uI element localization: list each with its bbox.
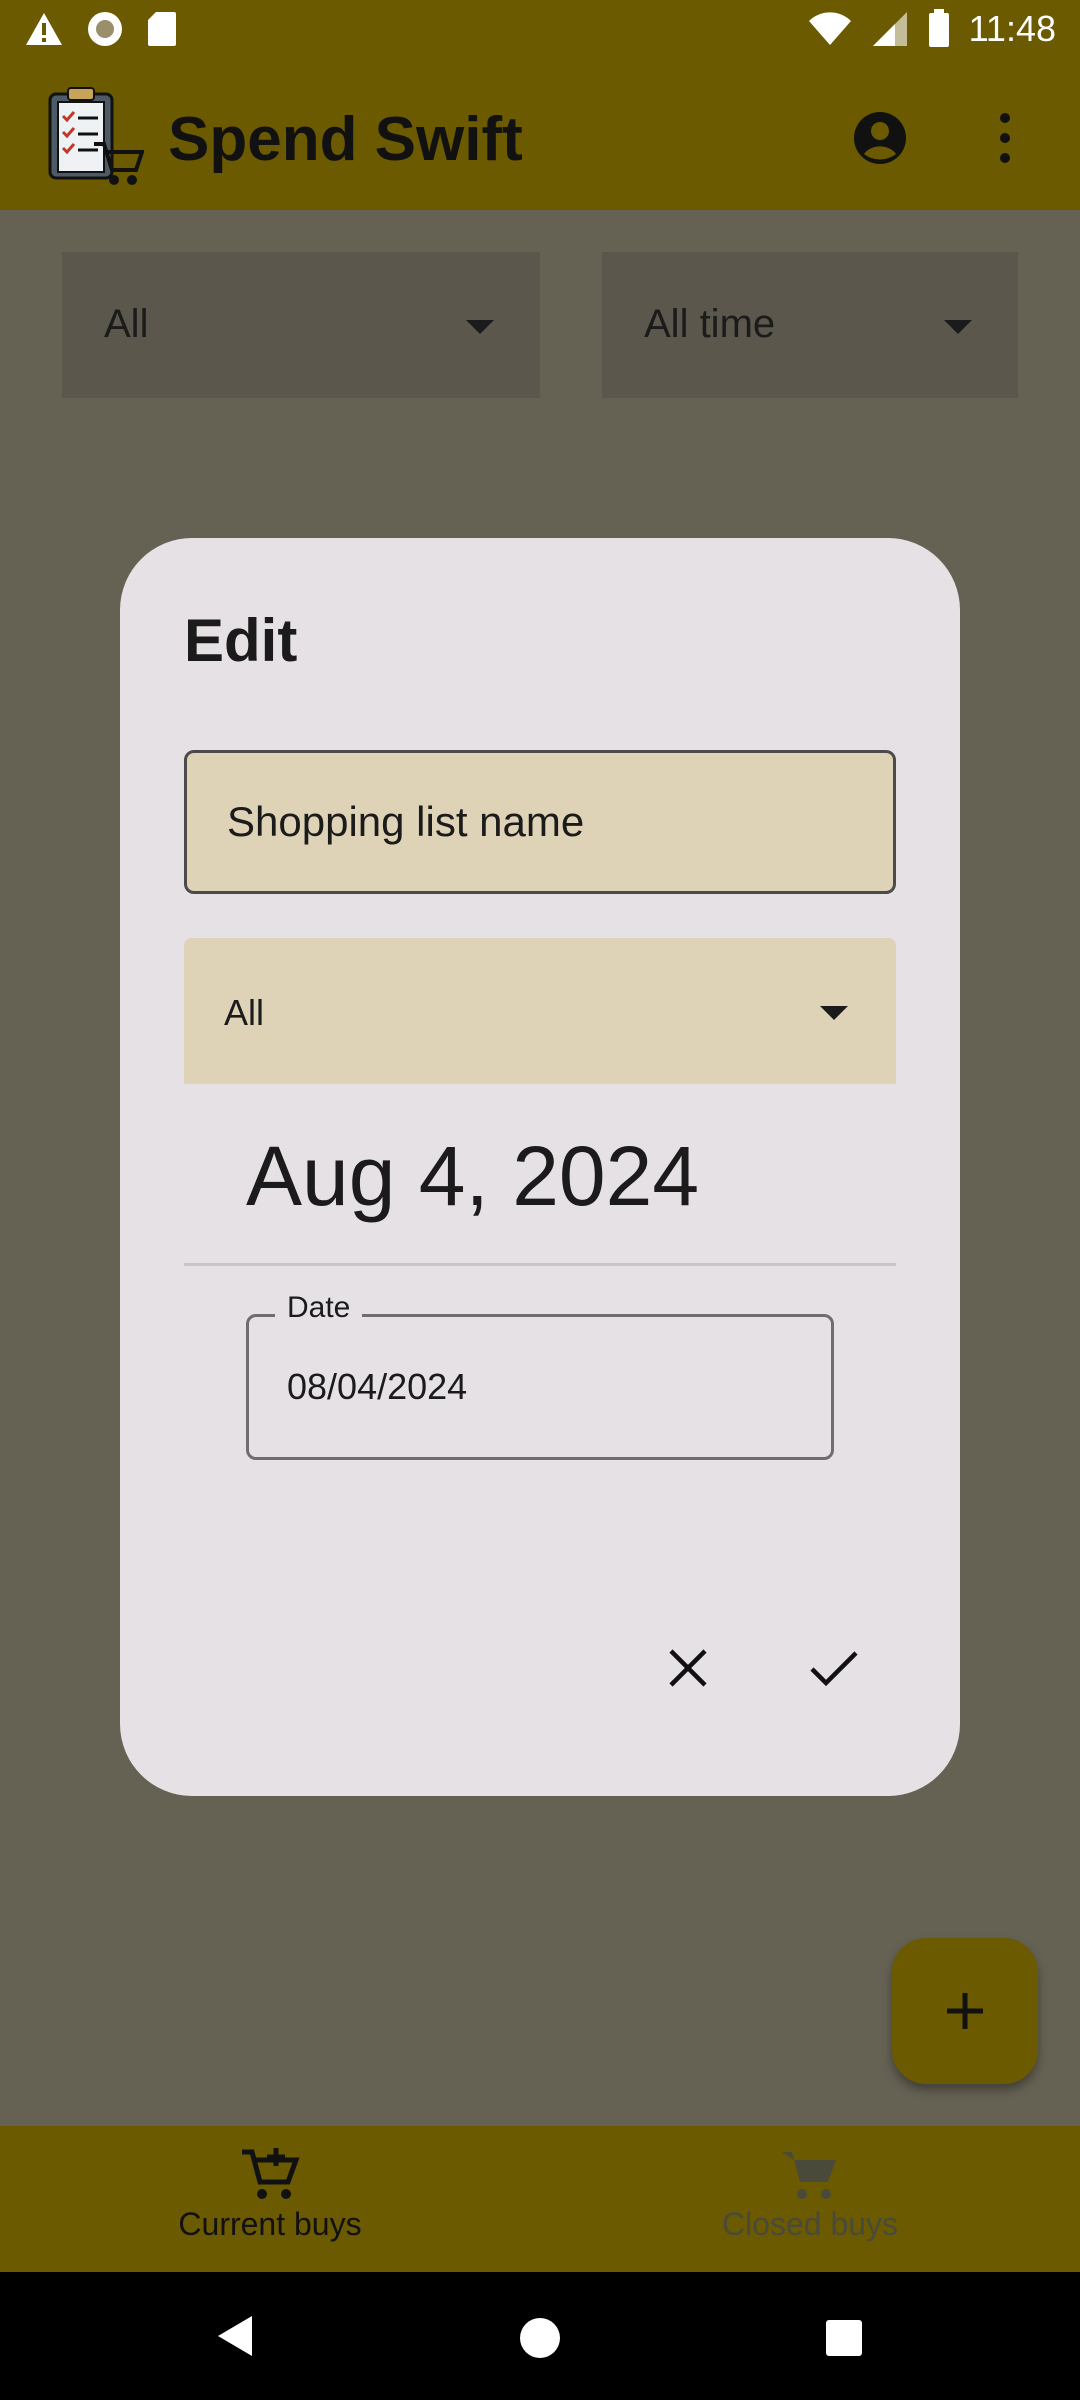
dropdown-arrow-icon: [944, 320, 972, 334]
sd-card-icon: [148, 12, 176, 46]
add-fab-button[interactable]: [892, 1938, 1038, 2084]
nav-item-current-buys[interactable]: Current buys: [120, 2146, 420, 2243]
dropdown-arrow-icon: [820, 1006, 848, 1020]
close-icon: [669, 1649, 707, 1687]
divider: [184, 1263, 896, 1266]
selected-date-headline: Aug 4, 2024: [246, 1129, 700, 1223]
recents-icon[interactable]: [824, 2318, 864, 2358]
period-filter-label: All time: [644, 302, 776, 346]
category-filter-dropdown[interactable]: All: [62, 252, 540, 398]
status-bar: 11:48: [0, 0, 1080, 64]
more-vert-icon[interactable]: [990, 108, 1020, 168]
home-icon[interactable]: [518, 2316, 562, 2360]
bottom-navigation: Current buys Closed buys: [0, 2126, 1080, 2272]
app-bar: Spend Swift: [0, 64, 1080, 210]
clock: 11:48: [968, 8, 1056, 49]
shopping-list-name-input[interactable]: [187, 753, 893, 891]
period-filter-dropdown[interactable]: All time: [602, 252, 1018, 398]
check-icon: [810, 1651, 858, 1687]
record-icon: [88, 12, 122, 46]
nav-label-current-buys: Current buys: [178, 2206, 362, 2242]
back-icon[interactable]: [214, 2314, 258, 2358]
shopping-cart-icon: [782, 2152, 836, 2199]
category-dropdown[interactable]: All: [184, 938, 896, 1084]
wifi-icon: [808, 12, 851, 45]
add-shopping-cart-icon: [242, 2148, 300, 2199]
cancel-button[interactable]: [648, 1628, 728, 1708]
battery-icon: [928, 9, 949, 47]
account-circle-icon[interactable]: [852, 110, 908, 166]
warning-icon: [26, 13, 62, 45]
nav-item-closed-buys[interactable]: Closed buys: [660, 2146, 960, 2243]
date-input-field[interactable]: Date: [246, 1291, 834, 1460]
app-title: Spend Swift: [168, 105, 523, 174]
category-filter-label: All: [104, 302, 149, 346]
confirm-button[interactable]: [794, 1628, 874, 1708]
category-dropdown-value: All: [224, 992, 265, 1033]
dropdown-arrow-icon: [466, 320, 494, 334]
date-input[interactable]: [249, 1317, 831, 1457]
app-logo-icon: [48, 87, 144, 185]
shopping-list-name-field[interactable]: [184, 750, 896, 894]
dialog-title: Edit: [184, 607, 298, 674]
signal-icon: [872, 12, 907, 46]
nav-label-closed-buys: Closed buys: [721, 2206, 899, 2242]
system-navigation-bar: [0, 2272, 1080, 2400]
edit-dialog: Edit All Aug 4, 2024 Date: [120, 538, 960, 1796]
plus-icon: [947, 1993, 983, 2029]
